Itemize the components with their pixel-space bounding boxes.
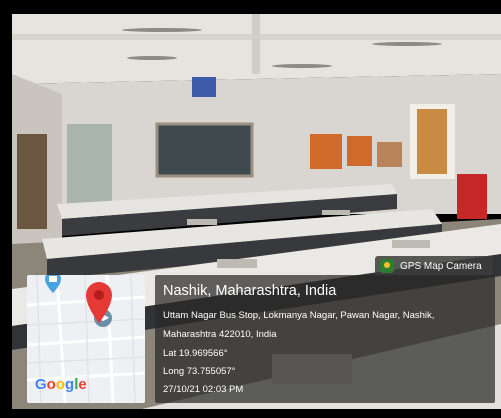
blackboard: [155, 122, 254, 178]
address-line-2: Maharashtra 422010, India: [163, 329, 277, 340]
google-logo: Google: [35, 376, 87, 393]
gps-map-camera-badge: GPS Map Camera: [375, 256, 493, 276]
gps-map-camera-label: GPS Map Camera: [400, 260, 482, 272]
location-info-panel: Nashik, Maharashtra, India Uttam Nagar B…: [155, 275, 495, 403]
timestamp: 27/10/21 02:03 PM: [163, 384, 244, 395]
longitude: Long 73.755057°: [163, 366, 236, 377]
location-title: Nashik, Maharashtra, India: [163, 283, 337, 299]
gps-map-camera-app-icon: [380, 259, 394, 273]
address-line-1: Uttam Nagar Bus Stop, Lokmanya Nagar, Pa…: [163, 310, 435, 321]
map-thumbnail[interactable]: Google: [27, 275, 145, 403]
latitude: Lat 19.969566°: [163, 348, 228, 359]
